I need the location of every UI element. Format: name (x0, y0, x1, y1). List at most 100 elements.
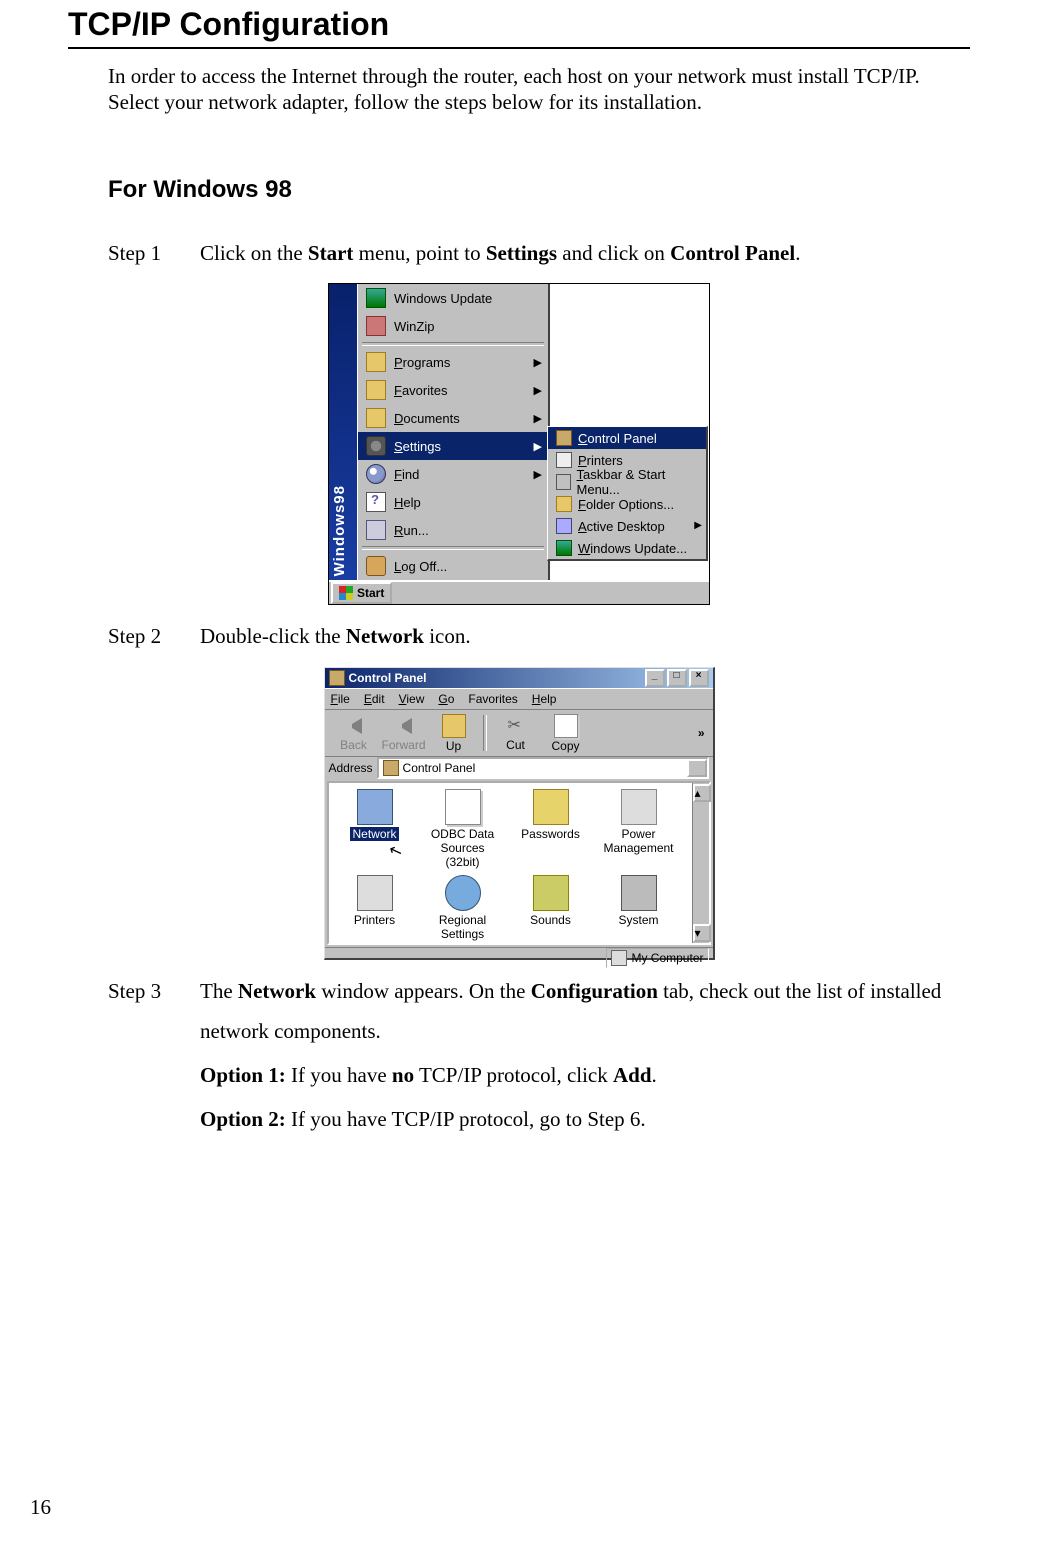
folder-icon (366, 408, 386, 428)
status-mycomputer: My Computer (606, 948, 708, 968)
control-panel-icon (383, 760, 399, 776)
tool-cut[interactable]: Cut (491, 715, 541, 752)
toolbar-more[interactable]: » (694, 726, 709, 740)
step2-text: Double-click the Network icon. (200, 617, 970, 657)
winzip-icon (366, 316, 386, 336)
menubar: File Edit View Go Favorites Help (325, 688, 713, 709)
item-regional[interactable]: Regional Settings (423, 875, 503, 941)
menu-help[interactable]: Help (358, 488, 548, 516)
address-field[interactable]: Control Panel (377, 757, 709, 779)
minimize-button[interactable]: _ (645, 669, 665, 687)
intro-text: In order to access the Internet through … (108, 63, 970, 116)
printer-icon (357, 875, 393, 911)
scroll-down[interactable]: ▾ (693, 924, 711, 942)
maximize-button[interactable]: □ (667, 669, 687, 687)
step3-text: The Network window appears. On the Confi… (200, 972, 970, 1052)
network-icon (357, 789, 393, 825)
window-titlebar[interactable]: Control Panel _ □ × (325, 668, 713, 688)
copy-icon (554, 714, 578, 738)
up-icon (442, 714, 466, 738)
find-icon (366, 464, 386, 484)
forward-icon (393, 715, 415, 737)
step3-option2: Option 2: If you have TCP/IP protocol, g… (200, 1100, 970, 1140)
folder-icon (366, 352, 386, 372)
update-icon (366, 288, 386, 308)
submenu-control-panel[interactable]: Control Panel (548, 427, 706, 449)
update-icon (556, 540, 572, 556)
submenu-active-desktop[interactable]: Active Desktop▶ (548, 515, 706, 537)
submenu-folder-options[interactable]: Folder Options... (548, 493, 706, 515)
system-icon (621, 875, 657, 911)
step2-label: Step 2 (108, 617, 200, 661)
submenu-taskbar[interactable]: Taskbar & Start Menu... (548, 471, 706, 493)
item-printers[interactable]: Printers (335, 875, 415, 941)
menu-winzip[interactable]: WinZip (358, 312, 548, 340)
control-panel-icon (329, 670, 345, 686)
window-title: Control Panel (349, 671, 427, 685)
menu-edit[interactable]: Edit (364, 692, 385, 706)
run-icon (366, 520, 386, 540)
item-system[interactable]: System (599, 875, 679, 941)
toolbar: Back Forward Up Cut Copy » (325, 709, 713, 757)
printer-icon (556, 452, 572, 468)
settings-submenu: Control Panel Printers Taskbar & Start M… (547, 426, 708, 561)
figure-control-panel: Control Panel _ □ × File Edit View Go Fa… (324, 667, 715, 960)
menu-file[interactable]: File (331, 692, 350, 706)
step1-text: Click on the Start menu, point to Settin… (200, 234, 970, 274)
start-button[interactable]: Start (331, 582, 392, 604)
section-heading: For Windows 98 (108, 176, 970, 204)
control-panel-icon (556, 430, 572, 446)
menu-go[interactable]: Go (438, 692, 454, 706)
scroll-up[interactable]: ▴ (693, 784, 711, 802)
menu-find[interactable]: Find▶ (358, 460, 548, 488)
menu-programs[interactable]: Programs▶ (358, 348, 548, 376)
submenu-windows-update[interactable]: Windows Update... (548, 537, 706, 559)
tool-up[interactable]: Up (429, 714, 479, 753)
item-odbc[interactable]: ODBC Data Sources (32bit) (423, 789, 503, 869)
menu-settings[interactable]: Settings▶ (358, 432, 548, 460)
windows-logo-icon (339, 586, 353, 600)
menu-documents[interactable]: Documents▶ (358, 404, 548, 432)
tool-back: Back (329, 715, 379, 752)
cut-icon (505, 715, 527, 737)
menu-favorites[interactable]: Favorites (468, 692, 517, 706)
back-icon (343, 715, 365, 737)
close-button[interactable]: × (689, 669, 709, 687)
step3-label: Step 3 (108, 972, 200, 1144)
gear-icon (366, 436, 386, 456)
menu-logoff[interactable]: Log Off... (358, 552, 548, 580)
page-number: 16 (30, 1495, 51, 1520)
step3-option1: Option 1: If you have no TCP/IP protocol… (200, 1056, 970, 1096)
step1-label: Step 1 (108, 234, 200, 278)
menu-windows-update[interactable]: Windows Update (358, 284, 548, 312)
figure-start-menu: Windows98 Windows Update WinZip Programs… (328, 283, 710, 605)
menu-run[interactable]: Run... (358, 516, 548, 544)
title-rule (68, 47, 970, 49)
folder-icon (366, 380, 386, 400)
tool-copy[interactable]: Copy (541, 714, 591, 753)
logoff-icon (366, 556, 386, 576)
windows98-label: Windows98 (331, 485, 348, 576)
menu-favorites[interactable]: Favorites▶ (358, 376, 548, 404)
desktop-icon (556, 518, 572, 534)
passwords-icon (533, 789, 569, 825)
taskbar: Start (329, 580, 709, 604)
address-dropdown[interactable] (687, 759, 707, 777)
power-icon (621, 789, 657, 825)
address-label: Address (329, 761, 373, 775)
folder-icon (556, 496, 572, 512)
scrollbar[interactable]: ▴ ▾ (692, 783, 709, 943)
item-passwords[interactable]: Passwords (511, 789, 591, 869)
menu-view[interactable]: View (399, 692, 425, 706)
tool-forward: Forward (379, 715, 429, 752)
help-icon (366, 492, 386, 512)
regional-icon (445, 875, 481, 911)
item-sounds[interactable]: Sounds (511, 875, 591, 941)
page-title: TCP/IP Configuration (68, 0, 970, 43)
odbc-icon (445, 789, 481, 825)
item-power[interactable]: Power Management (599, 789, 679, 869)
taskbar-icon (556, 474, 571, 490)
sounds-icon (533, 875, 569, 911)
computer-icon (611, 950, 627, 966)
menu-help[interactable]: Help (532, 692, 557, 706)
